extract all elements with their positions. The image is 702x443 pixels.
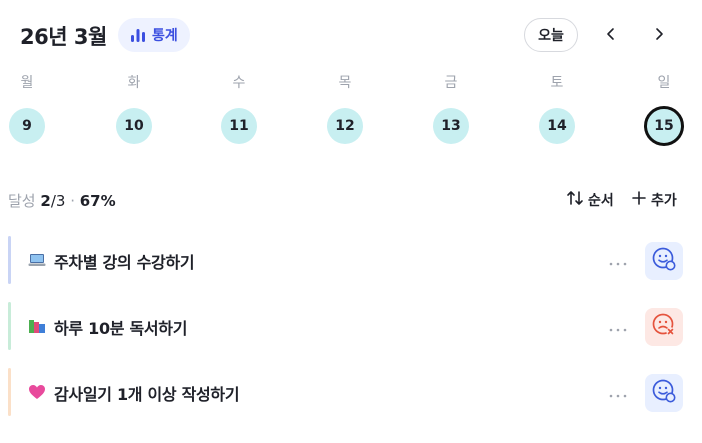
achievement-done-count: 2 — [40, 192, 51, 210]
date-circle[interactable]: 13 — [433, 108, 469, 144]
achievement-total: /3 — [50, 192, 66, 210]
weekday-label: 금 — [444, 75, 458, 91]
bar-chart-icon — [130, 27, 146, 43]
sad-x-icon — [651, 312, 677, 342]
heart-icon — [28, 383, 46, 401]
smile-check-icon — [651, 378, 677, 408]
habit-status-button[interactable] — [645, 374, 683, 412]
habit-color-bar — [8, 236, 11, 284]
habit-status-button[interactable] — [645, 242, 683, 280]
stats-button[interactable]: 통계 — [118, 18, 190, 52]
achievement-summary: 달성 2/3 · 67% — [8, 190, 116, 211]
more-horizontal-icon — [609, 317, 627, 336]
weekday-label: 목 — [338, 75, 352, 91]
habit-title: 감사일기 1개 이상 작성하기 — [54, 385, 240, 404]
more-horizontal-icon — [609, 383, 627, 402]
date-circle-selected[interactable]: 15 — [644, 106, 684, 146]
next-week-button[interactable] — [642, 18, 676, 52]
habit-item[interactable]: 감사일기 1개 이상 작성하기 — [8, 368, 702, 416]
month-title: 26년 3월 — [20, 25, 107, 49]
plus-icon — [632, 191, 646, 209]
laptop-icon — [28, 251, 46, 269]
add-habit-button[interactable]: 추가 — [632, 188, 677, 212]
more-options-button[interactable] — [606, 248, 630, 272]
date-circle[interactable]: 10 — [116, 108, 152, 144]
habit-item[interactable]: 하루 10분 독서하기 — [8, 302, 702, 350]
more-options-button[interactable] — [606, 314, 630, 338]
achievement-percent: 67% — [79, 192, 116, 210]
habit-status-button[interactable] — [645, 308, 683, 346]
date-circle[interactable]: 9 — [9, 108, 45, 144]
habit-title: 하루 10분 독서하기 — [54, 319, 188, 338]
reorder-label: 순서 — [588, 193, 614, 209]
previous-week-button[interactable] — [594, 18, 628, 52]
habit-color-bar — [8, 302, 11, 350]
habit-item[interactable]: 주차별 강의 수강하기 — [8, 236, 702, 284]
weekday-label: 토 — [550, 75, 564, 91]
weekday-label: 일 — [657, 75, 671, 91]
more-horizontal-icon — [609, 251, 627, 270]
date-circle[interactable]: 12 — [327, 108, 363, 144]
habit-color-bar — [8, 368, 11, 416]
sort-arrows-icon — [566, 190, 584, 210]
reorder-button[interactable]: 순서 — [566, 188, 614, 212]
books-icon — [28, 317, 46, 335]
more-options-button[interactable] — [606, 380, 630, 404]
today-button[interactable]: 오늘 — [524, 18, 578, 52]
date-circle[interactable]: 11 — [221, 108, 257, 144]
achievement-label: 달성 — [8, 192, 36, 210]
chevron-right-icon — [653, 26, 665, 45]
calendar-header: 26년 3월 통계 오늘 — [0, 17, 702, 57]
achievement-separator: · — [65, 192, 80, 210]
week-strip: 월 9 화 10 수 11 목 12 금 13 토 14 일 15 — [0, 72, 702, 152]
add-label: 추가 — [651, 193, 677, 209]
weekday-label: 수 — [232, 75, 246, 91]
date-circle[interactable]: 14 — [539, 108, 575, 144]
summary-row: 달성 2/3 · 67% 순서 추가 — [0, 188, 702, 212]
habit-title: 주차별 강의 수강하기 — [54, 253, 195, 272]
chevron-left-icon — [605, 26, 617, 45]
stats-label: 통계 — [152, 28, 178, 44]
weekday-label: 월 — [20, 75, 34, 91]
weekday-label: 화 — [127, 75, 141, 91]
smile-check-icon — [651, 246, 677, 276]
